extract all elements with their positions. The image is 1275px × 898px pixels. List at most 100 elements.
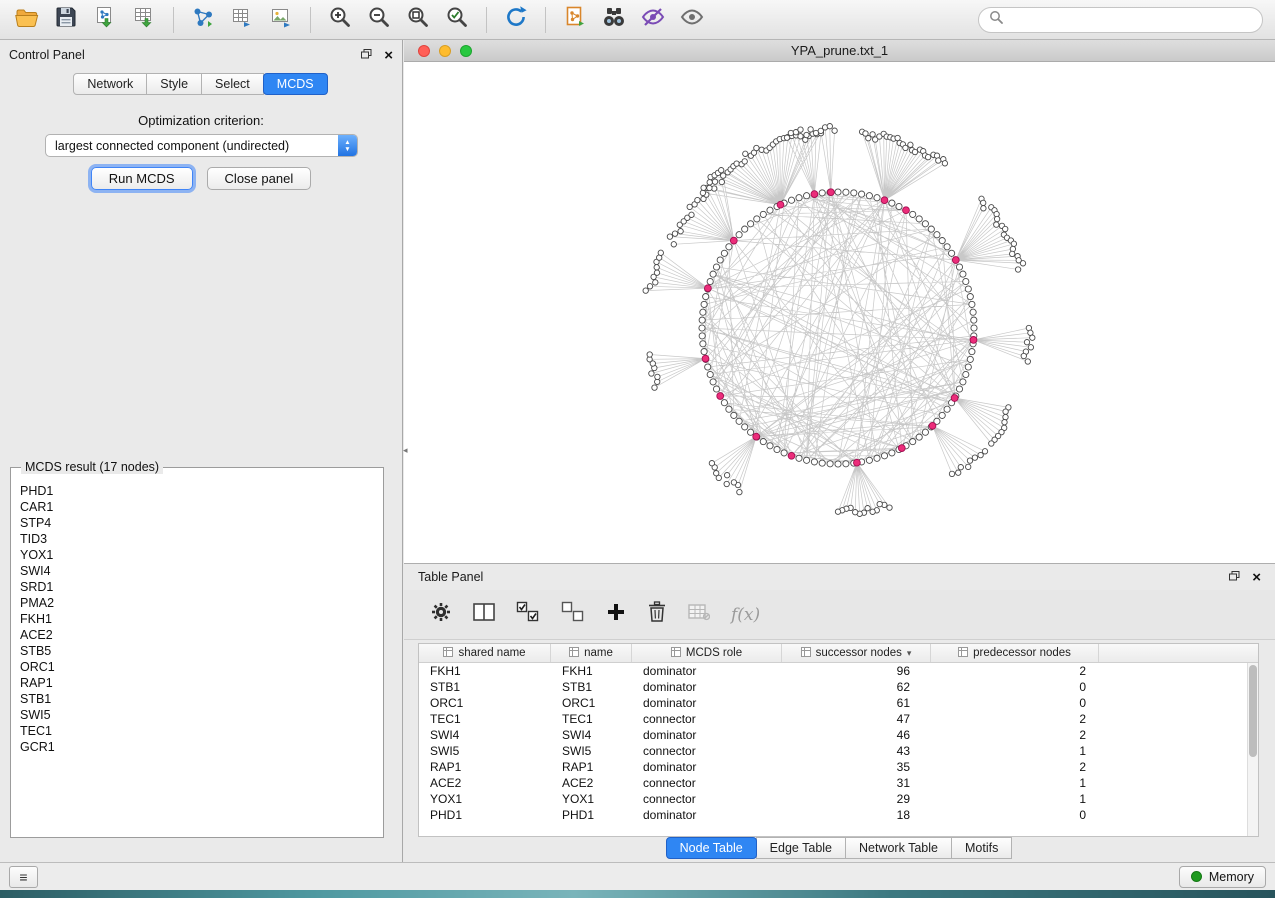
show-columns-icon[interactable] [473, 602, 495, 627]
mcds-result-item[interactable]: TID3 [20, 531, 374, 547]
mcds-result-item[interactable]: TEC1 [20, 723, 374, 739]
close-panel-icon[interactable]: × [384, 48, 393, 63]
mcds-result-item[interactable]: RAP1 [20, 675, 374, 691]
mcds-result-item[interactable]: ACE2 [20, 627, 374, 643]
dropdown-stepper-icon: ▲▼ [338, 135, 357, 156]
share-document-button[interactable] [560, 5, 590, 35]
export-network-button[interactable] [188, 5, 218, 35]
deselect-all-icon[interactable] [561, 601, 585, 628]
table-row[interactable]: SWI5SWI5connector431 [419, 743, 1258, 759]
import-network-button[interactable] [90, 5, 120, 35]
search-input[interactable] [1010, 11, 1252, 28]
tab-edge-table[interactable]: Edge Table [756, 837, 846, 859]
zoom-in-button[interactable] [325, 5, 355, 35]
application-window: Control Panel × Network Style Select MCD… [0, 0, 1275, 898]
fx-function-icon[interactable]: f(x) [731, 605, 760, 625]
zoom-out-button[interactable] [364, 5, 394, 35]
zoom-fit-button[interactable] [403, 5, 433, 35]
save-session-button[interactable] [51, 5, 81, 35]
table-cell: connector [632, 712, 782, 726]
table-cell: connector [632, 792, 782, 806]
table-row[interactable]: TEC1TEC1connector472 [419, 711, 1258, 727]
table-panel: Table Panel × f(x) shared name [404, 564, 1275, 862]
show-all-button[interactable] [677, 5, 707, 35]
table-row[interactable]: ACE2ACE2connector311 [419, 775, 1258, 791]
export-image-button[interactable] [266, 5, 296, 35]
scrollbar-thumb[interactable] [1249, 665, 1257, 757]
tab-select[interactable]: Select [201, 73, 264, 95]
table-row[interactable]: SWI4SWI4dominator462 [419, 727, 1258, 743]
mcds-result-item[interactable]: GCR1 [20, 739, 374, 755]
mcds-result-item[interactable]: ORC1 [20, 659, 374, 675]
mcds-result-item[interactable]: STB1 [20, 691, 374, 707]
table-cell: 2 [931, 664, 1099, 678]
table-row[interactable]: PHD1PHD1dominator180 [419, 807, 1258, 823]
table-cell: SWI5 [419, 744, 551, 758]
import-table-button[interactable] [129, 5, 159, 35]
table-cell: ACE2 [551, 776, 632, 790]
table-row[interactable]: ORC1ORC1dominator610 [419, 695, 1258, 711]
mcds-result-item[interactable]: YOX1 [20, 547, 374, 563]
mcds-result-item[interactable]: STP4 [20, 515, 374, 531]
find-button[interactable] [599, 5, 629, 35]
column-header-shared-name[interactable]: shared name [419, 644, 551, 662]
tab-style[interactable]: Style [146, 73, 202, 95]
export-table-button[interactable] [227, 5, 257, 35]
zoom-selected-button[interactable] [442, 5, 472, 35]
run-mcds-button[interactable]: Run MCDS [91, 167, 193, 190]
table-cell: dominator [632, 680, 782, 694]
mcds-result-item[interactable]: SRD1 [20, 579, 374, 595]
table-cell: 2 [931, 728, 1099, 742]
import-table-disabled-icon[interactable] [688, 603, 710, 626]
mcds-result-item[interactable]: STB5 [20, 643, 374, 659]
open-session-button[interactable] [12, 5, 42, 35]
table-cell: SWI4 [551, 728, 632, 742]
table-row[interactable]: YOX1YOX1connector291 [419, 791, 1258, 807]
mcds-result-item[interactable]: SWI5 [20, 707, 374, 723]
mcds-result-item[interactable]: FKH1 [20, 611, 374, 627]
column-header-mcds-role[interactable]: MCDS role [632, 644, 782, 662]
import-network-icon [93, 5, 117, 34]
table-row[interactable]: STB1STB1dominator620 [419, 679, 1258, 695]
hide-selected-button[interactable] [638, 5, 668, 35]
memory-button[interactable]: Memory [1179, 866, 1266, 888]
save-icon [54, 5, 78, 34]
network-window-title: YPA_prune.txt_1 [404, 43, 1275, 58]
mcds-result-item[interactable]: PHD1 [20, 483, 374, 499]
float-panel-icon[interactable] [361, 48, 372, 62]
column-header-predecessor-nodes[interactable]: predecessor nodes [931, 644, 1099, 662]
column-type-icon [443, 647, 453, 660]
table-scrollbar[interactable] [1247, 663, 1258, 836]
delete-icon[interactable] [647, 601, 667, 628]
network-graph[interactable] [404, 62, 1275, 564]
tab-network-table[interactable]: Network Table [845, 837, 952, 859]
status-menu-button[interactable]: ≡ [9, 866, 38, 888]
table-panel-header: Table Panel × [404, 564, 1275, 590]
mcds-result-item[interactable]: PMA2 [20, 595, 374, 611]
network-window-titlebar[interactable]: YPA_prune.txt_1 [404, 40, 1275, 62]
table-panel-title: Table Panel [418, 570, 483, 584]
splitter-collapse-icon[interactable]: ◂ [403, 446, 408, 455]
tab-mcds[interactable]: MCDS [263, 73, 328, 95]
column-header-successor-nodes[interactable]: successor nodes ▾ [782, 644, 931, 662]
search-box[interactable] [978, 7, 1263, 33]
mcds-result-item[interactable]: SWI4 [20, 563, 374, 579]
close-panel-icon[interactable]: × [1252, 570, 1261, 585]
table-row[interactable]: FKH1FKH1dominator962 [419, 663, 1258, 679]
close-panel-button[interactable]: Close panel [207, 167, 312, 190]
optimization-dropdown[interactable]: largest connected component (undirected)… [45, 134, 358, 157]
select-all-icon[interactable] [516, 601, 540, 628]
tab-node-table[interactable]: Node Table [666, 837, 757, 859]
table-row[interactable]: RAP1RAP1dominator352 [419, 759, 1258, 775]
float-panel-icon[interactable] [1229, 570, 1240, 584]
tab-motifs[interactable]: Motifs [951, 837, 1012, 859]
refresh-layout-button[interactable] [501, 5, 531, 35]
table-settings-gear-icon[interactable] [430, 601, 452, 628]
add-icon[interactable] [606, 602, 626, 627]
zoom-in-icon [327, 4, 353, 35]
tab-network[interactable]: Network [73, 73, 147, 95]
table-cell: YOX1 [419, 792, 551, 806]
share-document-icon [563, 5, 587, 34]
mcds-result-item[interactable]: CAR1 [20, 499, 374, 515]
column-header-name[interactable]: name [551, 644, 632, 662]
